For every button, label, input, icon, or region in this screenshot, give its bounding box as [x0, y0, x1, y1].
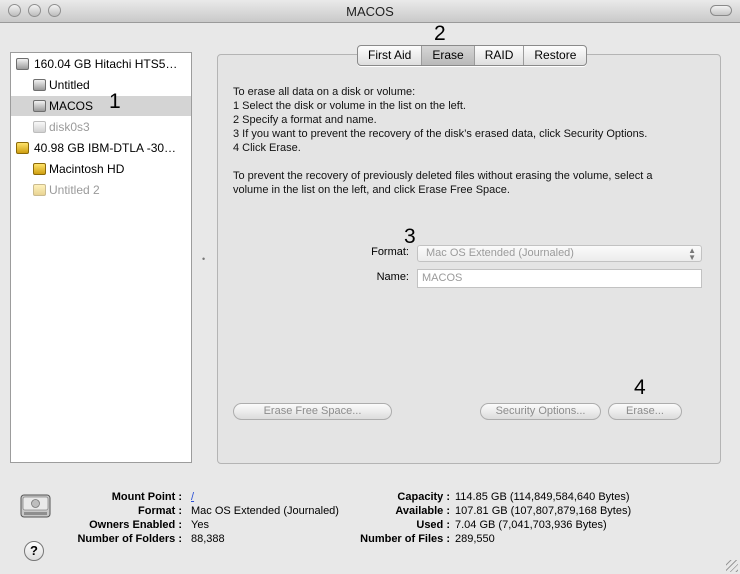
instruction-line: volume in the list on the left, and clic… [233, 184, 510, 196]
volume-item-disk0s3[interactable]: disk0s3 [11, 117, 191, 137]
format-value: Mac OS Extended (Journaled) [426, 247, 574, 259]
name-label: Name: [376, 271, 409, 283]
hard-disk-icon [16, 142, 29, 154]
folders-count-value: 88,388 [191, 533, 225, 545]
format-info-value: Mac OS Extended (Journaled) [191, 505, 339, 517]
available-value: 107.81 GB (107,807,879,168 Bytes) [455, 505, 632, 517]
volume-item-macos[interactable]: MACOS [11, 96, 191, 116]
tab-restore[interactable]: Restore [524, 46, 586, 65]
volume-item-untitled[interactable]: Untitled [11, 75, 191, 95]
annotation-4: 4 [634, 376, 646, 399]
volume-item-label: Untitled [49, 78, 90, 92]
instruction-line: To prevent the recovery of previously de… [233, 170, 653, 182]
updown-arrows-icon: ▲ ▼ [688, 246, 696, 262]
volume-item-label: MACOS [49, 99, 94, 113]
erase-instructions: To erase all data on a disk or volume: 1… [233, 85, 713, 197]
instruction-line: 4 Click Erase. [233, 142, 301, 154]
security-options-button[interactable]: Security Options... [480, 403, 601, 420]
format-info-label: Format : [138, 505, 182, 517]
instruction-line: 1 Select the disk or volume in the list … [233, 100, 466, 112]
instruction-line: 3 If you want to prevent the recovery of… [233, 128, 648, 140]
format-label: Format: [371, 246, 409, 258]
tab-bar: First Aid Erase RAID Restore [357, 45, 588, 66]
disk-item-label: 160.04 GB Hitachi HTS5… [34, 57, 178, 71]
annotation-2: 2 [434, 22, 446, 45]
volume-icon [33, 184, 46, 196]
tab-erase[interactable]: Erase [422, 46, 475, 65]
mount-point-link[interactable]: / [191, 491, 194, 503]
erase-free-space-button[interactable]: Erase Free Space... [233, 403, 392, 420]
toolbar-toggle-button[interactable] [710, 5, 732, 16]
resize-grip[interactable] [726, 560, 738, 572]
tab-first-aid[interactable]: First Aid [358, 46, 423, 65]
files-count-label: Number of Files : [360, 533, 450, 545]
capacity-label: Capacity : [397, 491, 450, 503]
volume-icon [33, 163, 46, 175]
hard-disk-icon [20, 494, 51, 518]
available-label: Available : [395, 505, 450, 517]
volume-icon [33, 79, 46, 91]
split-view-handle[interactable]: • [202, 254, 205, 264]
owners-enabled-value: Yes [191, 519, 209, 531]
hard-disk-icon [16, 58, 29, 70]
files-count-value: 289,550 [455, 533, 495, 545]
volume-icon [33, 100, 46, 112]
used-label: Used : [416, 519, 450, 531]
folders-count-label: Number of Folders : [77, 533, 182, 545]
volume-item-label: Macintosh HD [49, 162, 125, 176]
owners-enabled-label: Owners Enabled : [89, 519, 182, 531]
erase-button[interactable]: Erase... [608, 403, 682, 420]
volume-item-untitled-2[interactable]: Untitled 2 [11, 180, 191, 200]
annotation-1: 1 [109, 90, 121, 113]
name-input[interactable]: MACOS [417, 269, 702, 288]
window-title: MACOS [346, 4, 394, 19]
instruction-line: 2 Specify a format and name. [233, 114, 377, 126]
disk-item-hitachi[interactable]: 160.04 GB Hitachi HTS5… [11, 54, 191, 74]
volume-item-label: Untitled 2 [49, 183, 100, 197]
annotation-3: 3 [404, 225, 416, 248]
title-bar: MACOS [0, 0, 740, 23]
mount-point-label: Mount Point : [111, 491, 182, 503]
disk-item-label: 40.98 GB IBM-DTLA -30… [34, 141, 177, 155]
disk-item-ibm[interactable]: 40.98 GB IBM-DTLA -30… [11, 138, 191, 158]
capacity-value: 114.85 GB (114,849,584,640 Bytes) [455, 491, 630, 503]
format-select[interactable]: Mac OS Extended (Journaled) ▲ ▼ [417, 245, 702, 262]
tab-raid[interactable]: RAID [475, 46, 525, 65]
volume-icon [33, 121, 46, 133]
volume-item-macintosh-hd[interactable]: Macintosh HD [11, 159, 191, 179]
volume-item-label: disk0s3 [49, 120, 90, 134]
instruction-line: To erase all data on a disk or volume: [233, 86, 416, 98]
disk-list[interactable]: 160.04 GB Hitachi HTS5… Untitled MACOS d… [10, 52, 192, 463]
used-value: 7.04 GB (7,041,703,936 Bytes) [455, 519, 607, 531]
